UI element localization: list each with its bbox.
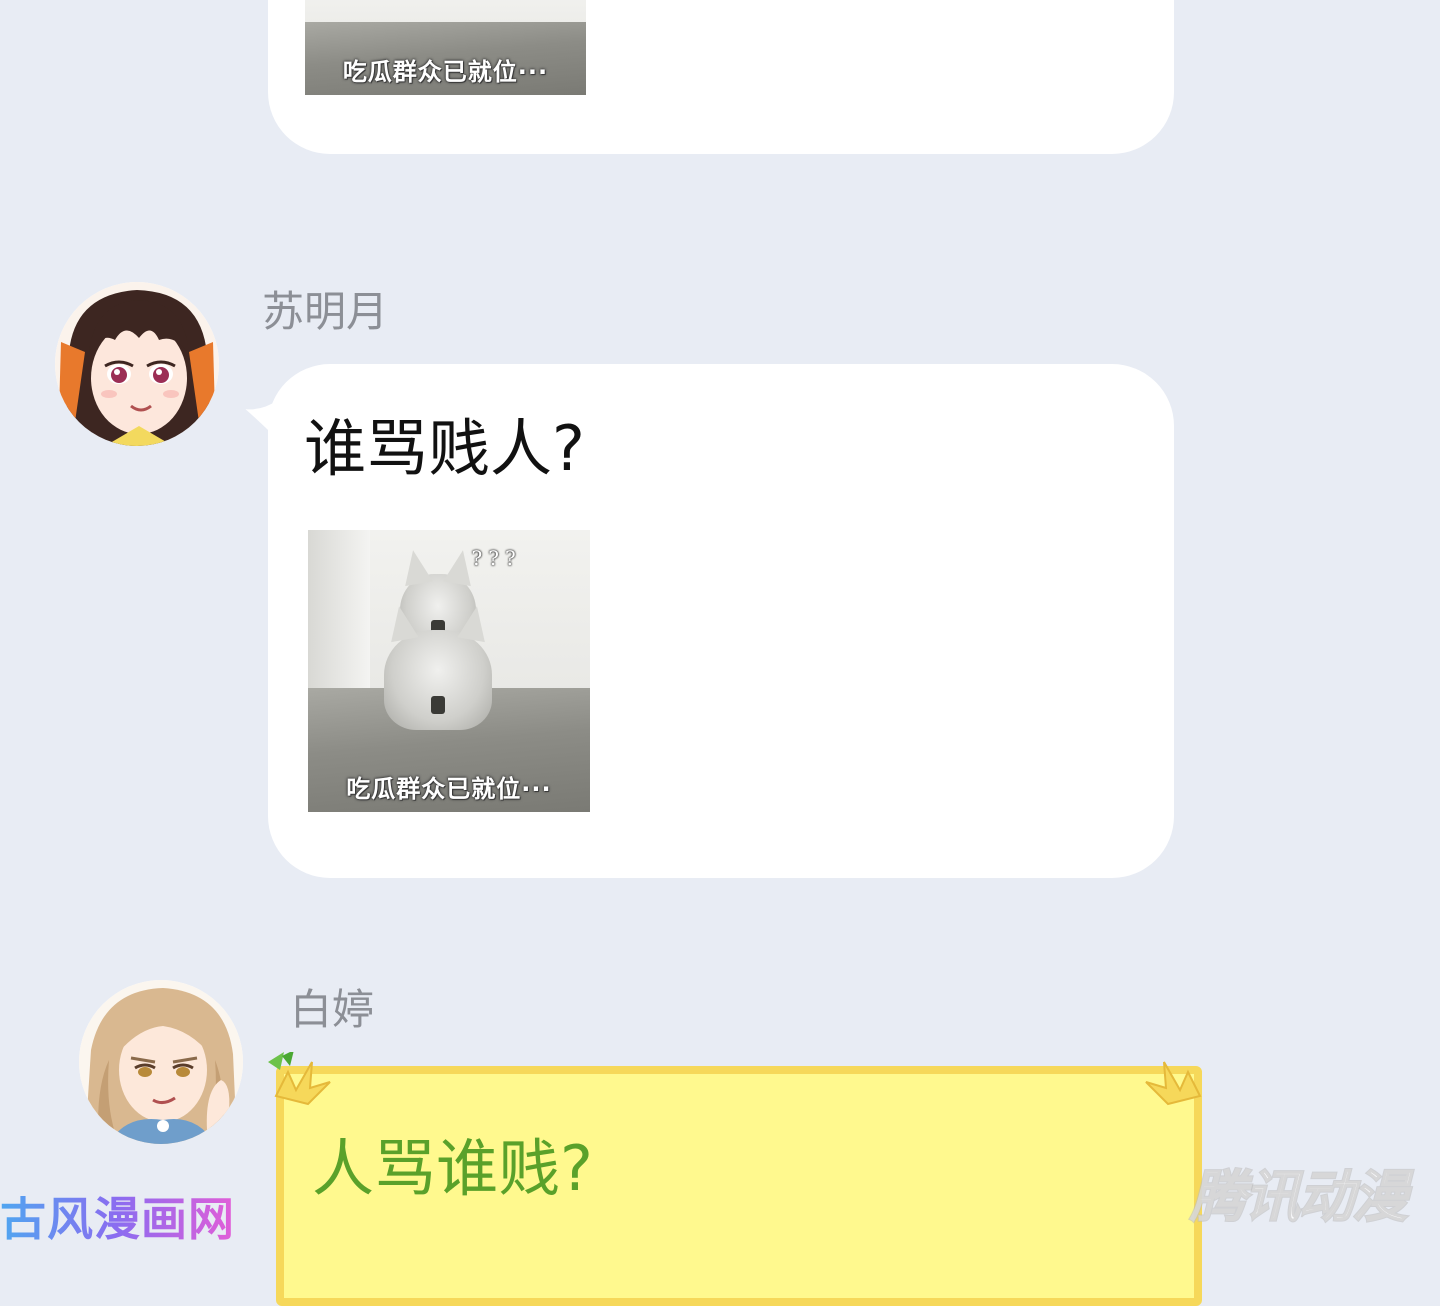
sticker-marks: ??? [471,546,522,570]
avatar[interactable] [79,980,243,1144]
meme-sticker[interactable]: ??? 吃瓜群众已就位··· [308,530,590,812]
message-text: 人骂谁贱? [312,1132,593,1205]
avatar[interactable] [55,282,219,446]
meme-sticker[interactable]: 吃瓜群众已就位··· [305,0,586,95]
watermark-left: 古风漫画网 [0,1192,235,1246]
watermark-right: 腾讯动漫 [1189,1165,1409,1230]
message-text: 谁骂贱人? [304,412,585,485]
dog-front [384,603,492,730]
sticker-caption: 吃瓜群众已就位··· [346,775,552,803]
girl-portrait-icon [55,282,219,446]
sender-name: 白婷 [290,985,375,1034]
sticker-caption: 吃瓜群众已就位··· [342,58,549,86]
sparkle-corner-icon [268,1052,331,1106]
sender-name: 苏明月 [262,287,389,336]
sparkle-corner-icon [1145,1061,1202,1106]
woman-portrait-icon [79,980,243,1144]
